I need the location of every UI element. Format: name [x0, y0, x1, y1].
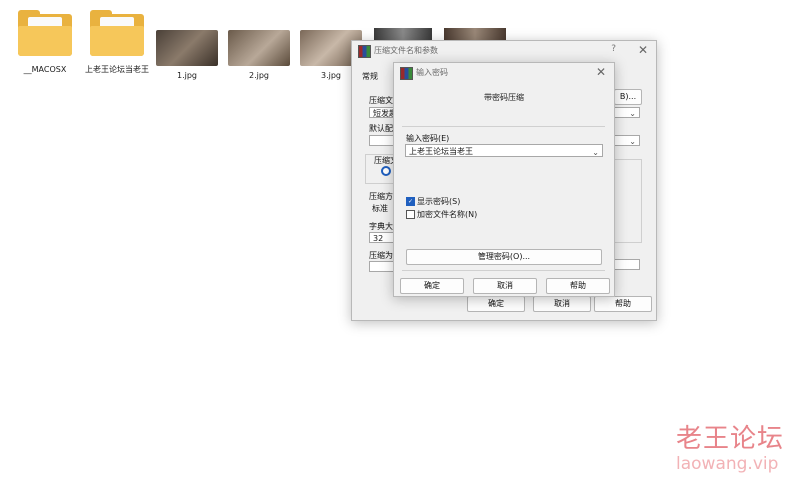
desktop-item-label: 上老王论坛当老王	[85, 65, 149, 74]
checkmark-icon: ✓	[406, 197, 415, 206]
winrar-icon	[400, 67, 413, 80]
image-thumbnail-partial	[374, 28, 432, 40]
folder-icon	[88, 8, 146, 58]
dialog-title: 输入密码	[416, 68, 448, 77]
dialog-titlebar: 压缩文件名和参数 ? ✕	[352, 41, 656, 61]
divider	[402, 270, 605, 271]
split-volumes-label: 压缩为	[369, 251, 393, 260]
image-thumbnail	[228, 30, 290, 66]
archive-help-button[interactable]: 帮助	[594, 296, 652, 312]
desktop-item-label: 2.jpg	[248, 71, 269, 80]
chevron-down-icon[interactable]: ⌄	[592, 146, 599, 159]
chevron-down-icon: ⌄	[629, 137, 636, 146]
dialog-heading: 带密码压缩	[484, 93, 524, 102]
folder-icon	[16, 8, 74, 58]
browse-button[interactable]: B)...	[614, 89, 642, 105]
desktop-item-label: __MACOSX	[23, 65, 67, 74]
password-help-button[interactable]: 帮助	[546, 278, 610, 294]
desktop-item-label: 1.jpg	[176, 71, 197, 80]
encrypt-filenames-label: 加密文件名称(N)	[417, 210, 478, 219]
tab-general[interactable]: 常规	[362, 71, 378, 82]
default-profile-label: 默认配	[369, 124, 393, 133]
close-icon[interactable]: ✕	[596, 65, 606, 79]
password-ok-button[interactable]: 确定	[400, 278, 464, 294]
password-label: 输入密码(E)	[406, 134, 450, 143]
password-cancel-button[interactable]: 取消	[473, 278, 537, 294]
help-icon[interactable]: ?	[611, 44, 616, 54]
archive-name-label: 压缩文	[369, 96, 393, 105]
winrar-icon	[358, 45, 371, 58]
encrypt-filenames-checkbox[interactable]: 加密文件名称(N)	[406, 209, 477, 219]
archive-cancel-button[interactable]: 取消	[533, 296, 591, 312]
split-volumes-field-end[interactable]	[614, 259, 640, 270]
close-icon[interactable]: ✕	[638, 43, 648, 57]
checkbox-empty-icon	[406, 210, 415, 219]
profile-dropdown-end[interactable]: ⌄	[614, 135, 640, 146]
options-group	[614, 159, 642, 243]
password-dialog: 输入密码 ✕ 带密码压缩 输入密码(E) 上老王论坛当老王 ⌄ ✓ 显示密码(S…	[393, 62, 615, 297]
dictionary-size-label: 字典大	[369, 222, 393, 231]
password-input[interactable]: 上老王论坛当老王 ⌄	[405, 144, 603, 157]
format-radio[interactable]	[381, 166, 391, 176]
desktop-item-2-jpg[interactable]: 2.jpg	[226, 8, 292, 81]
show-password-label: 显示密码(S)	[417, 197, 461, 206]
archive-ok-button[interactable]: 确定	[467, 296, 525, 312]
compression-method-value[interactable]: 标准	[372, 203, 388, 214]
watermark-logo-text: 老王论坛	[676, 424, 785, 454]
desktop-item-1-jpg[interactable]: 1.jpg	[154, 8, 220, 81]
compression-method-label: 压缩方	[369, 192, 393, 201]
chevron-down-icon: ⌄	[629, 109, 636, 118]
dialog-titlebar: 输入密码 ✕	[394, 63, 614, 83]
image-thumbnail-partial	[444, 28, 506, 40]
show-password-checkbox[interactable]: ✓ 显示密码(S)	[406, 196, 460, 206]
manage-passwords-button[interactable]: 管理密码(O)...	[406, 249, 602, 265]
archive-name-dropdown-end[interactable]: ⌄	[614, 107, 640, 118]
dialog-title: 压缩文件名和参数	[374, 46, 438, 55]
divider	[402, 126, 605, 127]
image-thumbnail	[156, 30, 218, 66]
desktop-item-macosx[interactable]: __MACOSX	[12, 8, 78, 75]
watermark-url-text: laowang.vip	[676, 454, 779, 474]
password-value: 上老王论坛当老王	[409, 147, 473, 156]
desktop-item-folder-laowang[interactable]: 上老王论坛当老王	[84, 8, 150, 75]
